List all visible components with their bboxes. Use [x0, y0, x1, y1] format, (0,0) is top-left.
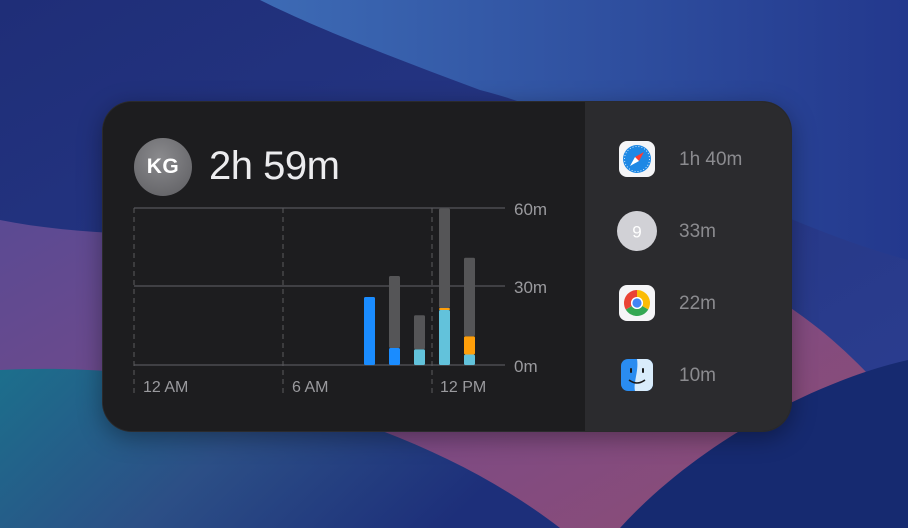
chrome-icon	[619, 285, 655, 321]
y-tick-label-60m: 60m	[514, 200, 547, 219]
bar-segment	[414, 349, 425, 365]
x-tick-label-12am: 12 AM	[143, 379, 188, 396]
screen-time-widget[interactable]: KG 2h 59m 60m 30m 0m 12 AM 6 AM 12 PM 1h…	[102, 101, 792, 432]
list-item-app-3[interactable]: 22m	[585, 281, 791, 325]
app-usage-list: 1h 40m 9 33m 22m 10m	[585, 102, 791, 431]
bar-segment	[464, 336, 475, 355]
bar-segment	[464, 257, 475, 337]
app-usage-time: 1h 40m	[679, 149, 743, 170]
bar-segment	[439, 310, 450, 365]
list-item-app-1[interactable]: 1h 40m	[585, 137, 791, 181]
chart-bars	[364, 208, 475, 365]
bar-segment	[439, 307, 450, 311]
bar-segment	[364, 296, 375, 365]
bar-segment	[389, 347, 400, 365]
bar-segment	[414, 315, 425, 350]
list-item-app-2[interactable]: 9 33m	[585, 209, 791, 253]
usage-summary-panel: KG 2h 59m 60m 30m 0m 12 AM 6 AM 12 PM	[103, 102, 585, 431]
bar-segment	[464, 354, 475, 365]
x-tick-label-6am: 6 AM	[292, 379, 328, 396]
list-item-app-4[interactable]: 10m	[585, 353, 791, 397]
app-usage-time: 22m	[679, 293, 716, 314]
app-badge-number: 9	[632, 223, 641, 242]
usage-chart: 60m 30m 0m 12 AM 6 AM 12 PM	[133, 200, 547, 396]
bar-segment	[389, 276, 400, 348]
number-nine-icon: 9	[617, 211, 657, 251]
x-tick-label-12pm: 12 PM	[440, 379, 486, 396]
y-tick-label-30m: 30m	[514, 278, 547, 297]
safari-icon	[619, 141, 655, 177]
app-usage-time: 33m	[679, 221, 716, 242]
app-usage-time: 10m	[679, 365, 716, 386]
bar-segment	[439, 208, 450, 308]
finder-icon	[619, 357, 655, 393]
y-tick-label-0m: 0m	[514, 357, 538, 376]
